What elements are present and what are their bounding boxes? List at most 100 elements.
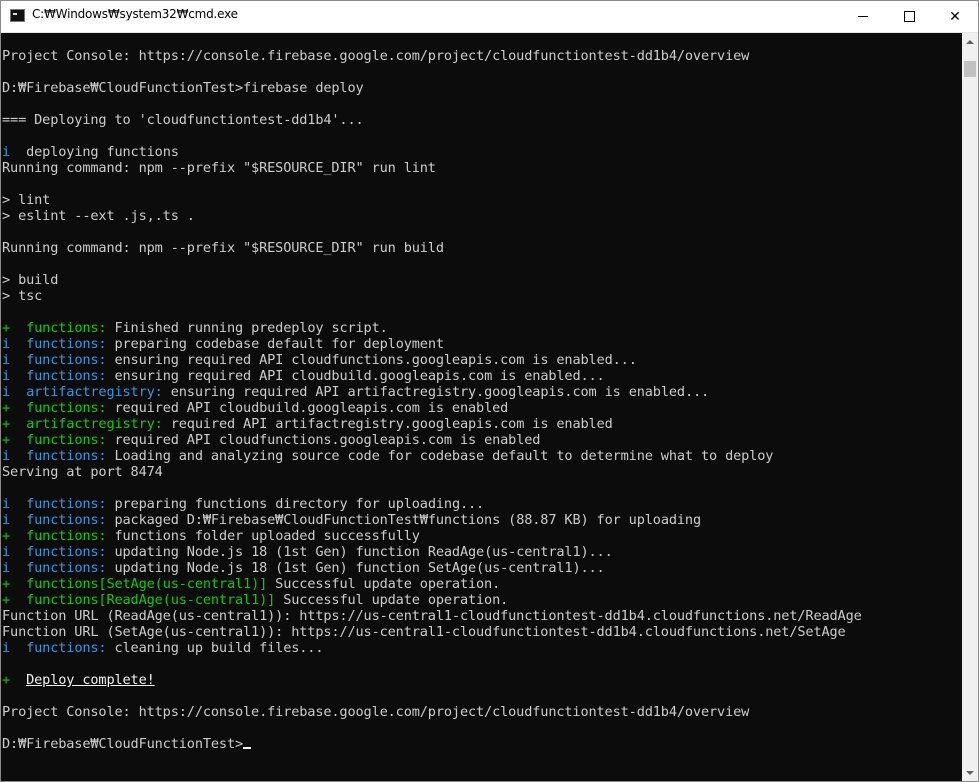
- console-text: is enabled: [524, 416, 613, 432]
- console-text: SetAge(us-central1): [427, 560, 581, 576]
- console-text: artifactregistry.googleapis.com: [275, 416, 525, 432]
- console-line: > tsc: [2, 288, 862, 304]
- console-text: +: [2, 320, 27, 336]
- console-text: functions:: [26, 448, 107, 464]
- console-line: i functions: preparing functions directo…: [2, 496, 862, 512]
- console-text: +: [2, 432, 27, 448]
- console-text: ensuring required API: [106, 368, 292, 384]
- console-text: updating Node.js 18 (1st Gen) function: [106, 544, 428, 560]
- console-text: +: [2, 400, 27, 416]
- console-text: ReadAge(us-central1): [427, 544, 589, 560]
- console-text: script.: [323, 320, 388, 336]
- console-line: i functions: updating Node.js 18 (1st Ge…: [2, 560, 862, 576]
- console-text: required API: [106, 432, 219, 448]
- console-text: > eslint --ext .js,.ts .: [2, 208, 195, 224]
- scroll-down-button[interactable]: [962, 764, 978, 781]
- console-line: Running command: npm --prefix "$RESOURCE…: [2, 160, 862, 176]
- console-text: Running command: npm --prefix "$RESOURCE…: [2, 240, 444, 256]
- console-line: i functions: packaged D:₩Firebase₩CloudF…: [2, 512, 862, 528]
- console-text: functions:: [26, 496, 107, 512]
- arrow-up-icon: [966, 39, 974, 44]
- console-text: i: [2, 384, 27, 400]
- minimize-icon: [858, 16, 868, 17]
- close-button[interactable]: ✕: [932, 1, 978, 32]
- console-text: i: [2, 496, 27, 512]
- console-line: Serving at port 8474: [2, 464, 862, 480]
- maximize-icon: [903, 11, 915, 22]
- console-line: D:₩Firebase₩CloudFunctionTest>: [2, 736, 862, 752]
- console-line: + artifactregistry: required API artifac…: [2, 416, 862, 432]
- console-text: ...: [580, 560, 605, 576]
- console-text: cloudfunctions.googleapis.com: [218, 432, 452, 448]
- console-text: (88.87 KB) for uploading: [500, 512, 701, 528]
- console-text: === Deploying to 'cloudfunctiontest-dd1b…: [2, 112, 364, 128]
- console-text: functions:: [26, 432, 107, 448]
- console-text: cloudbuild.googleapis.com: [291, 368, 493, 384]
- console-text: D:₩Firebase₩CloudFunctionTest>firebase d…: [2, 80, 364, 96]
- console-text: ensuring required API: [106, 352, 292, 368]
- console-text: functions:: [26, 400, 107, 416]
- console-text: i: [2, 336, 27, 352]
- console-text: is enabled...: [524, 352, 637, 368]
- console-line: + functions: required API cloudbuild.goo…: [2, 400, 862, 416]
- console-line: + functions: Finished running predeploy …: [2, 320, 862, 336]
- console-text: folder uploaded successfully: [186, 528, 420, 544]
- console-text: functions:: [26, 512, 107, 528]
- scroll-up-button[interactable]: [962, 33, 978, 50]
- console-line: > eslint --ext .js,.ts .: [2, 208, 862, 224]
- console-text: artifactregistry:: [26, 416, 163, 432]
- maximize-button[interactable]: [886, 1, 932, 32]
- console-line: i functions: updating Node.js 18 (1st Ge…: [2, 544, 862, 560]
- console-text: directory for uploading...: [267, 496, 485, 512]
- scroll-thumb[interactable]: [964, 61, 976, 77]
- console-text: i: [2, 544, 27, 560]
- console-line: i artifactregistry: ensuring required AP…: [2, 384, 862, 400]
- console-line: + functions: functions folder uploaded s…: [2, 528, 862, 544]
- console-text: functions:: [26, 320, 107, 336]
- console-text: > build: [2, 272, 59, 288]
- console-output[interactable]: Project Console: https://console.firebas…: [1, 33, 962, 781]
- close-icon: ✕: [949, 8, 961, 25]
- console-text: Running command: npm --prefix "$RESOURCE…: [2, 160, 436, 176]
- minimize-button[interactable]: [840, 1, 886, 32]
- console-line: i functions: ensuring required API cloud…: [2, 368, 862, 384]
- console-text: required API: [162, 416, 276, 432]
- console-text: preparing codebase: [106, 336, 268, 352]
- console-text: predeploy: [251, 320, 324, 336]
- console-line: + functions[ReadAge(us-central1)] Succes…: [2, 592, 862, 608]
- console-text: functions:: [26, 528, 107, 544]
- console-text: functions:: [26, 640, 107, 656]
- console-line: Function URL (SetAge(us-central1)): http…: [2, 624, 862, 640]
- console-text: required API: [106, 400, 219, 416]
- console-text: D:₩Firebase₩CloudFunctionTest>: [2, 736, 244, 752]
- console-line: Project Console: https://console.firebas…: [2, 704, 862, 720]
- console-line: Running command: npm --prefix "$RESOURCE…: [2, 240, 862, 256]
- console-text: Project Console: https://console.firebas…: [2, 48, 750, 64]
- console-text: preparing: [106, 496, 195, 512]
- console-text: cloudbuild.googleapis.com: [218, 400, 420, 416]
- console-text: i: [2, 512, 27, 528]
- console-text: Successful update operation.: [267, 576, 501, 592]
- console-text: Successful update operation.: [275, 592, 509, 608]
- console-text: ...: [588, 544, 613, 560]
- console-text: cleaning up build files...: [106, 640, 324, 656]
- vertical-scrollbar[interactable]: [962, 33, 978, 781]
- console-line: + functions: required API cloudfunctions…: [2, 432, 862, 448]
- console-text: artifactregistry:: [26, 384, 163, 400]
- console-text: is enabled...: [596, 384, 710, 400]
- console-text: functions: [194, 496, 268, 512]
- window-title: C:₩Windows₩system32₩cmd.exe: [32, 7, 238, 21]
- console-text: +: [2, 592, 27, 608]
- console-text: +: [2, 576, 27, 592]
- console-line: i functions: Loading and analyzing sourc…: [2, 448, 862, 464]
- title-bar[interactable]: C:₩Windows₩system32₩cmd.exe ✕: [1, 1, 978, 33]
- console-lines: Project Console: https://console.firebas…: [2, 48, 862, 752]
- console-line: === Deploying to 'cloudfunctiontest-dd1b…: [2, 112, 862, 128]
